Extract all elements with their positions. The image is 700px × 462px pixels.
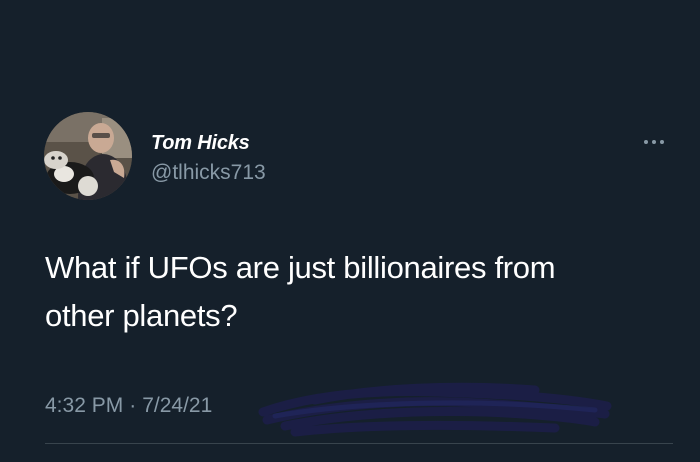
dot bbox=[660, 140, 664, 144]
dot bbox=[644, 140, 648, 144]
more-options-button[interactable] bbox=[636, 132, 672, 152]
tweet-time: 4:32 PM bbox=[45, 394, 124, 417]
author-display-name[interactable]: Tom Hicks bbox=[151, 131, 250, 155]
divider bbox=[45, 443, 673, 444]
tweet-text: What if UFOs are just billionaires from … bbox=[45, 244, 675, 340]
author-avatar[interactable] bbox=[44, 112, 132, 200]
timestamp-separator: · bbox=[129, 394, 137, 417]
tweet-timestamp[interactable]: 4:32 PM · 7/24/21 bbox=[45, 392, 212, 420]
tweet-text-line-1: What if UFOs are just billionaires from bbox=[45, 250, 556, 285]
more-options-icon bbox=[644, 140, 664, 144]
tweet-text-line-2: other planets? bbox=[45, 298, 238, 333]
redaction-scribble bbox=[258, 382, 612, 437]
tweet-date: 7/24/21 bbox=[142, 394, 213, 417]
dot bbox=[652, 140, 656, 144]
author-handle[interactable]: @tlhicks713 bbox=[151, 160, 266, 186]
tweet-card: Tom Hicks @tlhicks713 What if UFOs are j… bbox=[0, 0, 700, 462]
avatar-photo-icon bbox=[44, 112, 132, 200]
